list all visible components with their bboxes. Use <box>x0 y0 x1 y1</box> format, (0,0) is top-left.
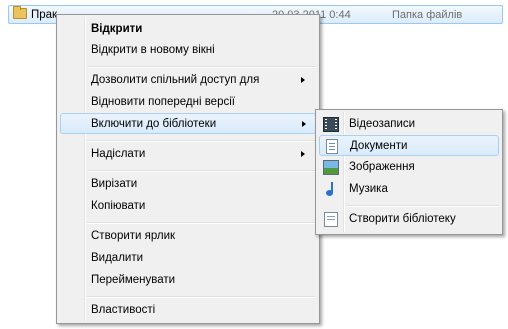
new-library-icon <box>324 212 338 227</box>
menu-separator <box>87 66 315 68</box>
menu-item-rename-label: Перейменувати <box>91 274 176 286</box>
menu-item-copy-label: Копіювати <box>91 200 146 212</box>
menu-item-send-to-label: Надіслати <box>91 148 146 160</box>
document-library-icon <box>326 139 338 154</box>
menu-item-cut[interactable]: Вирізати <box>91 174 315 195</box>
submenu-item-videos-label: Відеозаписи <box>349 118 416 130</box>
menu-item-properties[interactable]: Властивості <box>91 300 315 321</box>
submenu-item-documents-label: Документи <box>350 140 408 152</box>
context-menu: Відкрити Відкрити в новому вікні Дозволи… <box>56 14 320 324</box>
picture-library-icon <box>323 160 339 175</box>
menu-item-delete[interactable]: Видалити <box>91 248 315 269</box>
submenu-item-pictures[interactable]: Зображення <box>319 157 499 178</box>
submenu-item-music-label: Музика <box>349 183 388 195</box>
folder-icon <box>13 6 27 19</box>
submenu-arrow-icon <box>301 77 305 83</box>
video-library-icon <box>323 117 339 132</box>
menu-item-send-to[interactable]: Надіслати <box>91 144 315 165</box>
menu-separator <box>87 222 315 224</box>
submenu-item-pictures-label: Зображення <box>349 161 415 173</box>
submenu-item-create-library[interactable]: Створити бібліотеку <box>319 209 499 230</box>
submenu-arrow-icon <box>302 121 306 127</box>
library-submenu: Відеозаписи Документи Зображення Музика … <box>315 109 503 235</box>
menu-separator <box>87 170 315 172</box>
submenu-arrow-icon <box>301 151 305 157</box>
menu-item-create-shortcut-label: Створити ярлик <box>91 230 176 242</box>
submenu-item-documents[interactable]: Документи <box>319 135 499 156</box>
menu-separator <box>87 296 315 298</box>
menu-item-restore-previous-versions[interactable]: Відновити попередні версії <box>91 92 315 113</box>
menu-item-copy[interactable]: Копіювати <box>91 196 315 217</box>
menu-item-include-in-library[interactable]: Включити до бібліотеки <box>60 113 316 134</box>
submenu-item-create-library-label: Створити бібліотеку <box>349 213 456 225</box>
menu-item-share-with[interactable]: Дозволити спільний доступ для <box>91 70 315 91</box>
menu-item-open-new-window[interactable]: Відкрити в новому вікні <box>91 40 315 61</box>
menu-gutter-divider <box>84 17 86 321</box>
menu-item-open-label: Відкрити <box>91 23 143 35</box>
menu-item-restore-previous-versions-label: Відновити попередні версії <box>91 96 235 108</box>
music-library-icon <box>326 182 336 197</box>
submenu-item-videos[interactable]: Відеозаписи <box>319 114 499 135</box>
submenu-separator <box>346 205 498 207</box>
menu-item-create-shortcut[interactable]: Створити ярлик <box>91 226 315 247</box>
menu-item-open-new-window-label: Відкрити в новому вікні <box>91 44 215 56</box>
file-type: Папка файлів <box>392 9 463 21</box>
submenu-item-music[interactable]: Музика <box>319 179 499 200</box>
menu-item-properties-label: Властивості <box>91 304 156 316</box>
menu-item-delete-label: Видалити <box>91 252 144 264</box>
menu-item-cut-label: Вирізати <box>91 178 138 190</box>
menu-item-share-with-label: Дозволити спільний доступ для <box>91 74 260 86</box>
menu-item-open[interactable]: Відкрити <box>91 19 315 40</box>
menu-item-include-in-library-label: Включити до бібліотеки <box>91 118 217 130</box>
file-name[interactable]: Прак <box>31 9 57 21</box>
menu-item-rename[interactable]: Перейменувати <box>91 270 315 291</box>
menu-separator <box>87 140 315 142</box>
